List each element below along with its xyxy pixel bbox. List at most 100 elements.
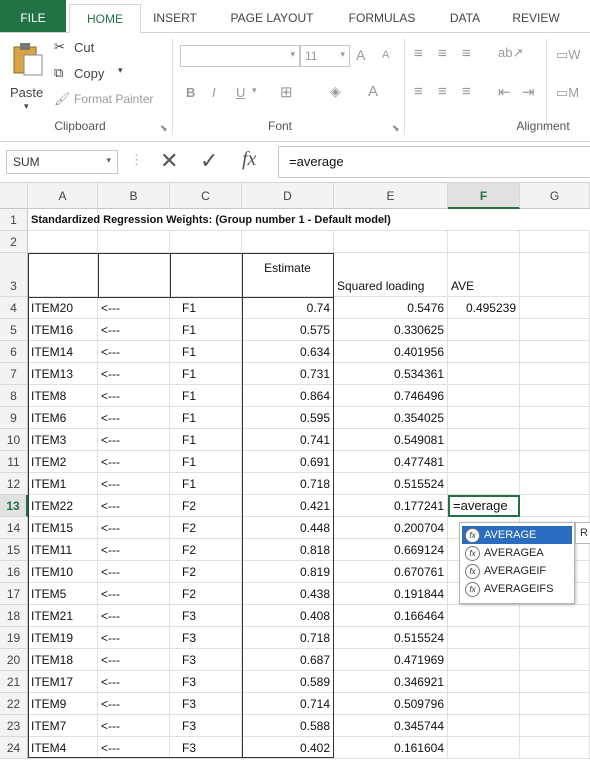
cell-f19[interactable] — [448, 627, 520, 649]
cell-c2[interactable] — [170, 231, 242, 253]
cell-e3[interactable]: Squared loading — [334, 253, 448, 297]
cell-d24[interactable]: 0.402 — [242, 737, 334, 759]
tab-insert[interactable]: INSERT — [145, 0, 205, 32]
increase-indent-icon[interactable]: ⇥ — [522, 83, 535, 101]
cell-a4[interactable]: ITEM20 — [28, 297, 98, 319]
cell-g5[interactable] — [520, 319, 590, 341]
dialog-launcher-icon[interactable]: ⬊ — [160, 123, 168, 134]
top-align-icon[interactable]: ≡ — [414, 45, 423, 62]
cell-e12[interactable]: 0.515524 — [334, 473, 448, 495]
cell-b24[interactable]: <--- — [98, 737, 170, 759]
merge-center-button[interactable]: ▭M — [556, 85, 579, 101]
cell-a1[interactable]: Standardized Regression Weights: (Group … — [28, 209, 391, 231]
cell-g2[interactable] — [520, 231, 590, 253]
cell-f20[interactable] — [448, 649, 520, 671]
cell-d3[interactable]: Estimate — [242, 253, 334, 297]
tab-formulas[interactable]: FORMULAS — [336, 0, 428, 32]
row-header-6[interactable]: 6 — [0, 341, 28, 363]
cell-a18[interactable]: ITEM21 — [28, 605, 98, 627]
cell-c4[interactable]: F1 — [170, 297, 242, 319]
cell-d19[interactable]: 0.718 — [242, 627, 334, 649]
column-header-c[interactable]: C — [170, 183, 242, 209]
cell-f10[interactable] — [448, 429, 520, 451]
column-header-f[interactable]: F — [448, 183, 520, 209]
cell-e20[interactable]: 0.471969 — [334, 649, 448, 671]
cell-f13[interactable]: =average — [448, 495, 520, 517]
cell-b15[interactable]: <--- — [98, 539, 170, 561]
row-header-7[interactable]: 7 — [0, 363, 28, 385]
cell-f2[interactable] — [448, 231, 520, 253]
paste-button[interactable]: Paste ▾ — [6, 39, 50, 111]
decrease-indent-icon[interactable]: ⇤ — [498, 83, 511, 101]
name-box[interactable]: SUM ▾ — [6, 150, 118, 174]
cell-e23[interactable]: 0.345744 — [334, 715, 448, 737]
cell-f1[interactable] — [448, 209, 520, 231]
cell-f24[interactable] — [448, 737, 520, 759]
cell-f4[interactable]: 0.495239 — [448, 297, 520, 319]
cell-g18[interactable] — [520, 605, 590, 627]
row-header-2[interactable]: 2 — [0, 231, 28, 253]
cell-d12[interactable]: 0.718 — [242, 473, 334, 495]
row-header-11[interactable]: 11 — [0, 451, 28, 473]
row-header-8[interactable]: 8 — [0, 385, 28, 407]
cell-g19[interactable] — [520, 627, 590, 649]
cell-d7[interactable]: 0.731 — [242, 363, 334, 385]
cell-e21[interactable]: 0.346921 — [334, 671, 448, 693]
cell-a9[interactable]: ITEM6 — [28, 407, 98, 429]
cell-c8[interactable]: F1 — [170, 385, 242, 407]
cell-c7[interactable]: F1 — [170, 363, 242, 385]
cell-f8[interactable] — [448, 385, 520, 407]
cell-g13[interactable] — [520, 495, 590, 517]
cell-g7[interactable] — [520, 363, 590, 385]
cell-e14[interactable]: 0.200704 — [334, 517, 448, 539]
cell-g23[interactable] — [520, 715, 590, 737]
row-header-14[interactable]: 14 — [0, 517, 28, 539]
cell-d22[interactable]: 0.714 — [242, 693, 334, 715]
cell-c24[interactable]: F3 — [170, 737, 242, 759]
enter-check-icon[interactable]: ✓ — [200, 148, 218, 174]
row-header-1[interactable]: 1 — [0, 209, 28, 231]
cell-g1[interactable] — [520, 209, 590, 231]
cell-d21[interactable]: 0.589 — [242, 671, 334, 693]
autocomplete-item-averageifs[interactable]: fx AVERAGEIFS — [462, 580, 572, 598]
cell-d15[interactable]: 0.818 — [242, 539, 334, 561]
cell-g6[interactable] — [520, 341, 590, 363]
cell-g9[interactable] — [520, 407, 590, 429]
row-header-19[interactable]: 19 — [0, 627, 28, 649]
cell-d18[interactable]: 0.408 — [242, 605, 334, 627]
cell-c6[interactable]: F1 — [170, 341, 242, 363]
cell-e18[interactable]: 0.166464 — [334, 605, 448, 627]
row-header-12[interactable]: 12 — [0, 473, 28, 495]
cell-g12[interactable] — [520, 473, 590, 495]
cell-b4[interactable]: <--- — [98, 297, 170, 319]
cell-d23[interactable]: 0.588 — [242, 715, 334, 737]
cell-d8[interactable]: 0.864 — [242, 385, 334, 407]
orientation-icon[interactable]: ab↗ — [498, 45, 523, 61]
row-header-16[interactable]: 16 — [0, 561, 28, 583]
cell-b5[interactable]: <--- — [98, 319, 170, 341]
cell-e19[interactable]: 0.515524 — [334, 627, 448, 649]
middle-align-icon[interactable]: ≡ — [438, 45, 447, 62]
cell-d11[interactable]: 0.691 — [242, 451, 334, 473]
font-color-button[interactable]: A — [368, 83, 378, 100]
cell-e2[interactable] — [334, 231, 448, 253]
cell-e17[interactable]: 0.191844 — [334, 583, 448, 605]
row-header-5[interactable]: 5 — [0, 319, 28, 341]
underline-button[interactable]: U — [236, 85, 245, 100]
italic-button[interactable]: I — [212, 85, 216, 100]
tab-file[interactable]: FILE — [0, 0, 66, 32]
cell-a5[interactable]: ITEM16 — [28, 319, 98, 341]
cell-d10[interactable]: 0.741 — [242, 429, 334, 451]
tab-home[interactable]: HOME — [69, 4, 141, 34]
bold-button[interactable]: B — [186, 85, 195, 100]
cell-e7[interactable]: 0.534361 — [334, 363, 448, 385]
cell-g20[interactable] — [520, 649, 590, 671]
select-all-corner[interactable] — [0, 183, 28, 209]
grow-font-button[interactable]: A — [356, 47, 365, 63]
cancel-icon[interactable]: ✕ — [160, 148, 178, 174]
cell-c18[interactable]: F3 — [170, 605, 242, 627]
cell-f12[interactable] — [448, 473, 520, 495]
autocomplete-item-average[interactable]: fx AVERAGE — [462, 526, 572, 544]
cell-g22[interactable] — [520, 693, 590, 715]
cell-e10[interactable]: 0.549081 — [334, 429, 448, 451]
